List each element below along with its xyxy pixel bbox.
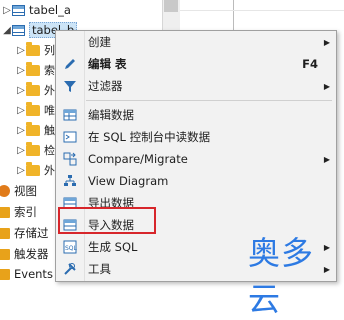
menu-item-label: Compare/Migrate (88, 152, 188, 166)
tree-label: Events (14, 267, 53, 281)
pencil-icon (62, 56, 78, 72)
menu-item-label: 编辑数据 (88, 108, 134, 122)
tree-child-row[interactable]: ▷ 唯 (16, 100, 55, 120)
folder-icon (26, 61, 40, 76)
tree-child-row[interactable]: ▷ 外 (16, 80, 55, 100)
chevron-right-icon[interactable]: ▷ (16, 165, 26, 176)
column-divider (233, 0, 234, 32)
chevron-right-icon[interactable]: ▷ (16, 45, 26, 56)
folder-icon (26, 101, 40, 116)
tree-label: 列 (44, 44, 55, 57)
folder-icon (0, 248, 10, 260)
submenu-arrow-icon: ▶ (323, 154, 330, 164)
folder-icon (0, 206, 10, 218)
folder-icon (0, 268, 10, 280)
folder-icon (0, 227, 10, 239)
chevron-down-icon[interactable]: ◢ (2, 25, 12, 36)
submenu-arrow-icon: ▶ (323, 81, 330, 91)
tree-label: 触发器 (14, 247, 49, 261)
tree-label: 检 (44, 144, 55, 157)
table-icon (12, 4, 25, 16)
menu-item-compare-migrate[interactable]: Compare/Migrate ▶ (56, 148, 336, 170)
tree-label: 外 (44, 84, 55, 97)
folder-icon (26, 41, 40, 56)
highlight-annotation (58, 207, 156, 234)
tree-label: 索 (44, 64, 55, 77)
funnel-icon (62, 78, 78, 94)
chevron-right-icon[interactable]: ▷ (16, 145, 26, 156)
menu-item-label: 创建 (88, 35, 111, 49)
tree-label: 索引 (14, 205, 37, 219)
menu-item-edit-data[interactable]: 编辑数据 (56, 104, 336, 126)
chevron-right-icon[interactable]: ▷ (16, 125, 26, 136)
tree-child-row[interactable]: ▷ 触 (16, 120, 55, 140)
menu-item-label: View Diagram (88, 174, 169, 188)
menu-separator (86, 100, 332, 101)
tree-label: 存储过 (14, 226, 49, 240)
sql-icon: SQL (62, 239, 78, 255)
scrollbar-thumb[interactable] (164, 0, 178, 12)
tree-row-procedures[interactable]: 存储过 (0, 223, 49, 243)
tree-label: 视图 (14, 184, 37, 198)
diagram-icon (62, 173, 78, 189)
tree-row-indexes[interactable]: 索引 (0, 202, 37, 222)
tree-label: 触 (44, 124, 55, 137)
tree-row-triggers[interactable]: 触发器 (0, 244, 49, 264)
chevron-right-icon[interactable]: ▷ (16, 65, 26, 76)
tree-row-views[interactable]: 视图 (0, 181, 37, 201)
table-icon (12, 24, 25, 36)
folder-icon (26, 141, 40, 156)
tree-row-events[interactable]: Events (0, 264, 53, 284)
chevron-right-icon[interactable]: ▷ (16, 85, 26, 96)
svg-text:SQL: SQL (65, 245, 77, 252)
console-icon (62, 129, 78, 145)
tree-row-tabel-a[interactable]: ▷ tabel_a (2, 0, 71, 20)
folder-icon (26, 161, 40, 176)
menu-item-filter[interactable]: 过滤器 ▶ (56, 75, 336, 97)
menu-item-create[interactable]: 创建 ▶ (56, 31, 336, 53)
menu-item-label: 工具 (88, 262, 111, 276)
tree-child-row[interactable]: ▷ 列 (16, 40, 55, 60)
submenu-arrow-icon: ▶ (323, 37, 330, 47)
menu-item-read-in-console[interactable]: 在 SQL 控制台中读数据 (56, 126, 336, 148)
grid-icon (62, 107, 78, 123)
menu-shortcut: F4 (302, 57, 318, 71)
menu-item-view-diagram[interactable]: View Diagram (56, 170, 336, 192)
chevron-right-icon[interactable]: ▷ (16, 105, 26, 116)
view-icon (0, 185, 10, 197)
grid-line (180, 10, 344, 11)
menu-item-label: 过滤器 (88, 79, 123, 93)
folder-icon (26, 121, 40, 136)
tree-child-row[interactable]: ▷ 索 (16, 60, 55, 80)
tree-label: tabel_a (29, 3, 71, 17)
tree-label: 唯 (44, 104, 55, 117)
menu-item-label: 编辑 表 (88, 57, 127, 71)
folder-icon (26, 81, 40, 96)
menu-item-label: 在 SQL 控制台中读数据 (88, 130, 211, 144)
tree-child-row[interactable]: ▷ 检 (16, 140, 55, 160)
tree-label: 外 (44, 164, 55, 177)
tools-icon (62, 261, 78, 277)
watermark-logo: 奥多云 (248, 234, 315, 318)
tree-child-row[interactable]: ▷ 外 (16, 160, 55, 180)
menu-item-label: 生成 SQL (88, 240, 138, 254)
compare-icon (62, 151, 78, 167)
menu-item-edit-table[interactable]: 编辑 表 F4 (56, 53, 336, 75)
chevron-right-icon[interactable]: ▷ (2, 5, 12, 16)
